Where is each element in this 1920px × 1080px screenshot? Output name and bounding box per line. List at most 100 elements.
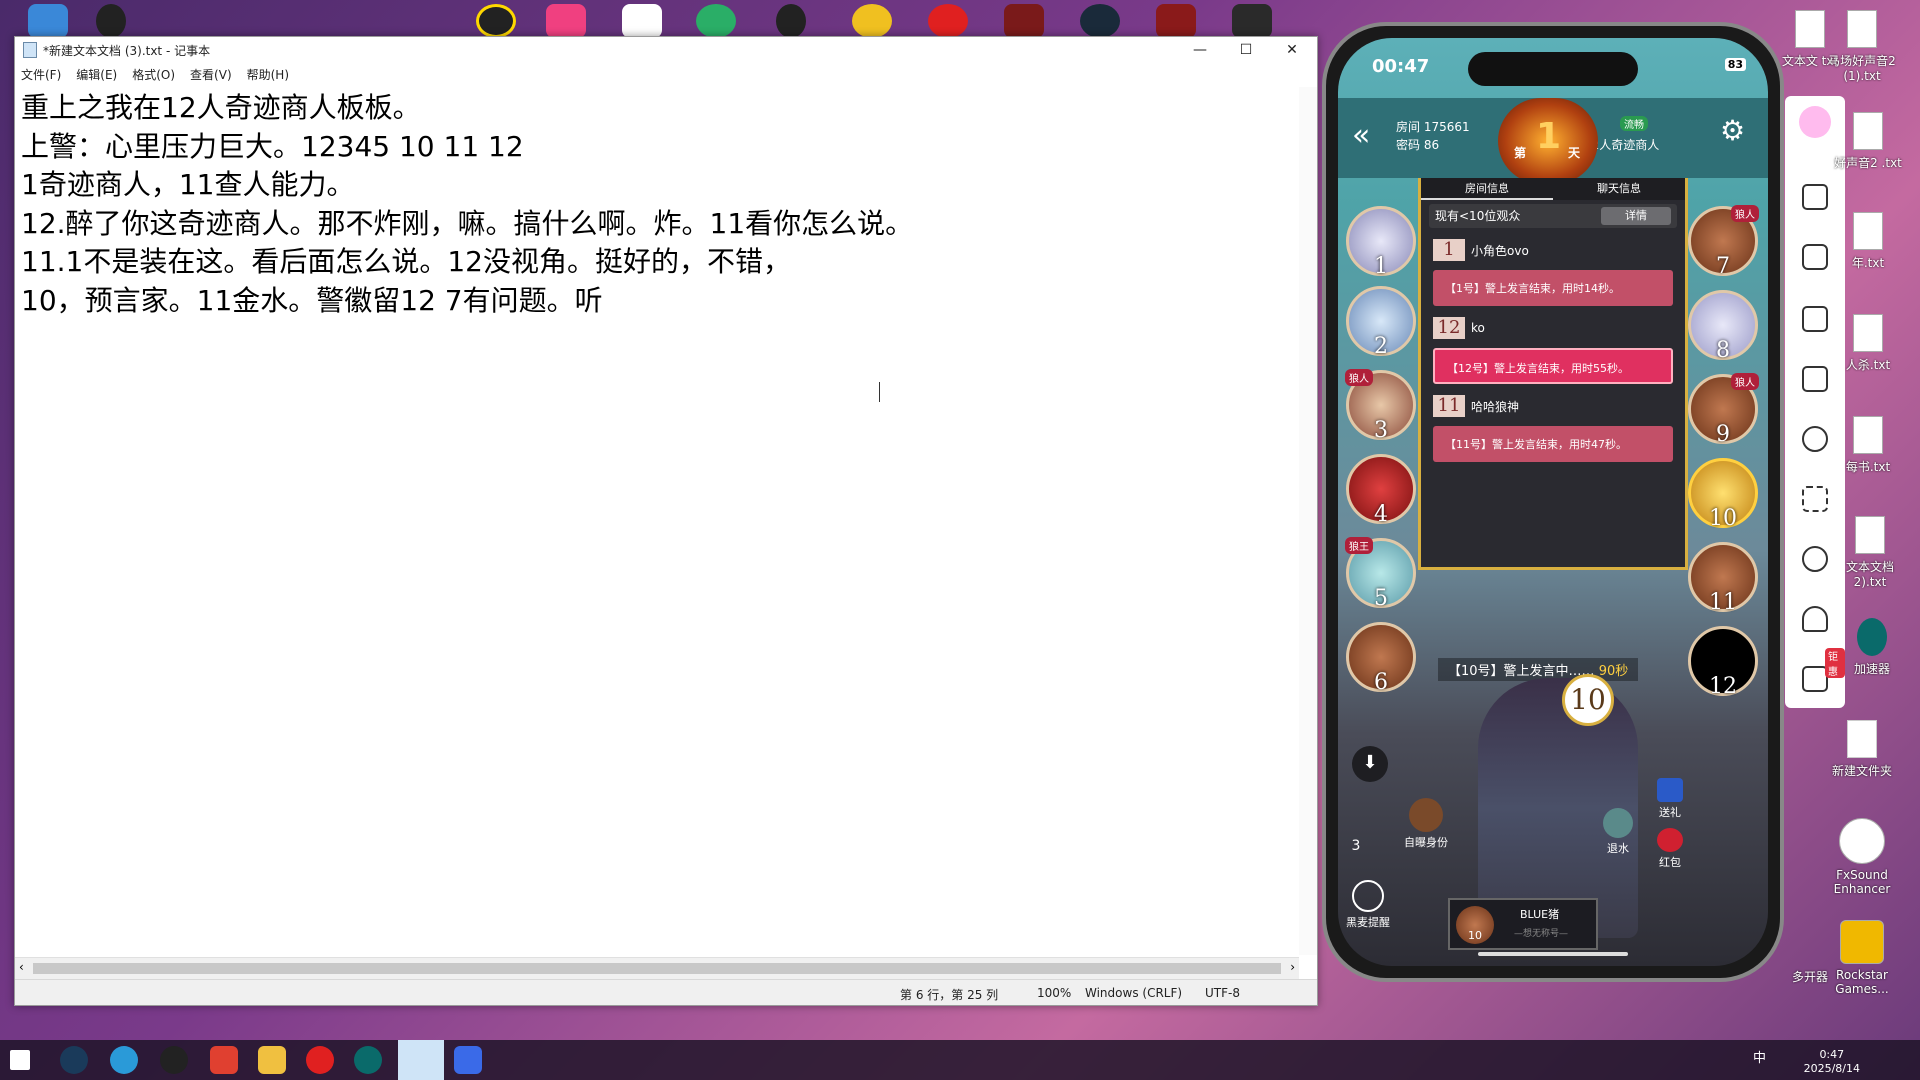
desktop-icon-launcher[interactable]: 多开器 <box>1780 968 1840 985</box>
horizontal-scrollbar[interactable]: ‹ › <box>15 957 1299 979</box>
app-icon[interactable] <box>622 4 662 38</box>
player-seat-4[interactable]: 4 <box>1346 454 1416 527</box>
tab-room-info[interactable]: 房间信息 <box>1421 178 1553 200</box>
avatar[interactable] <box>1799 106 1831 138</box>
headset-icon[interactable] <box>1802 606 1828 632</box>
qq-icon[interactable] <box>776 4 806 38</box>
app-icon[interactable] <box>476 4 516 38</box>
game-icon[interactable] <box>1232 4 1272 38</box>
wechat-icon[interactable] <box>696 4 736 38</box>
player-seat-7[interactable]: 狼人 7 <box>1688 205 1759 279</box>
clock-time[interactable]: 0:47 <box>1804 1048 1860 1062</box>
notepad-taskbar-icon[interactable] <box>398 1040 444 1080</box>
player-seat-12[interactable]: 12 <box>1688 626 1758 699</box>
menu-help[interactable]: 帮助(H) <box>247 66 289 83</box>
fullscreen-icon[interactable] <box>1802 184 1828 210</box>
steam-icon[interactable] <box>60 1046 88 1074</box>
scroll-left-icon[interactable]: ‹ <box>19 960 24 974</box>
player-seat-3[interactable]: 狼人 3 <box>1345 369 1416 443</box>
exit-button[interactable]: 退水 <box>1588 808 1648 856</box>
desktop-icon-txt[interactable]: 年.txt <box>1828 212 1908 271</box>
details-button[interactable]: 详情 <box>1601 207 1671 225</box>
clock-date[interactable]: 2025/8/14 <box>1804 1062 1860 1076</box>
gift-button[interactable]: 送礼 <box>1640 778 1700 820</box>
camera-icon[interactable] <box>1802 244 1828 270</box>
download-icon[interactable]: ⬇ <box>1352 746 1388 782</box>
desktop-icon-fxsound[interactable]: FxSound Enhancer <box>1822 818 1902 896</box>
vertical-scrollbar[interactable] <box>1299 87 1317 955</box>
player-seat-2[interactable]: 2 <box>1346 286 1416 359</box>
settings-icon[interactable]: ⚙ <box>1720 114 1745 147</box>
desktop-icon-folder[interactable]: 新建文件夹 <box>1822 720 1902 779</box>
speaker-name: 哈哈狼神 <box>1471 399 1520 414</box>
speaker-username: BLUE猪 <box>1520 908 1560 921</box>
speaking-text: 【10号】警上发言中…… <box>1448 664 1595 679</box>
reveal-identity-button[interactable]: 自曝身份 <box>1396 798 1456 850</box>
player-seat-8[interactable]: 8 <box>1688 290 1758 363</box>
current-speaker-card: 10 BLUE猪 —想无称号— <box>1448 898 1598 950</box>
player-seat-11[interactable]: 11 <box>1688 542 1758 615</box>
text-editor[interactable]: 重上之我在12人奇迹商人板板。 上警：心里压力巨大。12345 10 11 12 1… <box>19 89 1297 955</box>
game-icon[interactable] <box>1156 4 1196 38</box>
text-line: 1奇迹商人，11查人能力。 <box>21 168 355 201</box>
player-seat-9[interactable]: 狼人 9 <box>1688 373 1759 447</box>
app-icon[interactable] <box>160 1046 188 1074</box>
screen-icon[interactable] <box>1802 366 1828 392</box>
menu-file[interactable]: 文件(F) <box>21 66 61 83</box>
fxsound-icon <box>1839 818 1885 864</box>
maximize-button[interactable]: ☐ <box>1223 37 1269 63</box>
record-icon[interactable] <box>1802 306 1828 332</box>
desktop-icon-txt[interactable]: 人杀.txt <box>1828 314 1908 373</box>
tab-chat-info[interactable]: 聊天信息 <box>1553 178 1685 200</box>
select-area-icon[interactable] <box>1802 486 1828 512</box>
back-icon[interactable]: « <box>1352 118 1370 153</box>
notepad-window: *新建文本文档 (3).txt - 记事本 — ☐ ✕ 文件(F) 编辑(E) … <box>14 36 1318 1006</box>
desktop-icon-txt[interactable]: 文本文档 2).txt <box>1830 516 1910 589</box>
chat-message: 12 ko 【12号】警上发言结束，用时55秒。 <box>1433 316 1673 384</box>
txt-file-icon <box>1855 516 1885 554</box>
accelerator-icon[interactable] <box>354 1046 382 1074</box>
minimize-button[interactable]: — <box>1177 37 1223 63</box>
menu-edit[interactable]: 编辑(E) <box>76 66 117 83</box>
app-icon[interactable] <box>454 1046 482 1074</box>
settings-icon[interactable] <box>1802 546 1828 572</box>
edge-icon[interactable] <box>110 1046 138 1074</box>
menu-view[interactable]: 查看(V) <box>190 66 232 83</box>
mic-reminder-button[interactable]: 黑麦提醒 <box>1338 880 1398 930</box>
chat-message: 11 哈哈狼神 【11号】警上发言结束，用时47秒。 <box>1433 394 1673 462</box>
qq-icon[interactable] <box>96 4 126 38</box>
player-seat-1[interactable]: 1 <box>1346 206 1416 279</box>
viewers-text: 现有<10位观众 <box>1435 209 1521 223</box>
windows-start-icon[interactable] <box>10 1050 30 1070</box>
day-label: 第 <box>1514 146 1527 160</box>
desktop-icon-accelerator[interactable]: 加速器 <box>1832 618 1912 677</box>
player-seat-10[interactable]: 10 <box>1688 458 1758 531</box>
hongbao-button[interactable]: 红包 <box>1640 828 1700 870</box>
player-seat-6[interactable]: 6 <box>1346 622 1416 695</box>
video-app-icon[interactable] <box>546 4 586 38</box>
menu-bar: 文件(F) 编辑(E) 格式(O) 查看(V) 帮助(H) <box>15 63 1317 85</box>
encoding: UTF-8 <box>1205 986 1240 1000</box>
ime-indicator[interactable]: 中 <box>1753 1052 1766 1066</box>
speaker-seat: 11 <box>1433 395 1465 417</box>
netease-music-icon[interactable] <box>928 4 968 38</box>
netease-music-icon[interactable] <box>306 1046 334 1074</box>
mic-icon <box>1352 880 1384 912</box>
player-seat-5[interactable]: 狼王 5 <box>1345 537 1416 611</box>
desktop-icon-txt[interactable]: 马场好声音2 (1).txt <box>1822 10 1902 83</box>
wolf-icon <box>1409 798 1443 832</box>
lol-icon[interactable] <box>1080 4 1120 38</box>
app-icon[interactable] <box>258 1046 286 1074</box>
scroll-thumb[interactable] <box>33 963 1281 974</box>
brush-icon[interactable] <box>1802 426 1828 452</box>
menu-format[interactable]: 格式(O) <box>132 66 175 83</box>
close-button[interactable]: ✕ <box>1269 37 1315 63</box>
game-icon[interactable] <box>1004 4 1044 38</box>
app-icon[interactable] <box>28 4 68 38</box>
app-icon[interactable] <box>852 4 892 38</box>
desktop-icon-txt[interactable]: 好声音2 .txt <box>1828 112 1908 171</box>
speaker-avatar: 10 <box>1456 906 1494 944</box>
scroll-right-icon[interactable]: › <box>1290 960 1295 974</box>
desktop-icon-txt[interactable]: 每书.txt <box>1828 416 1908 475</box>
app-icon[interactable] <box>210 1046 238 1074</box>
